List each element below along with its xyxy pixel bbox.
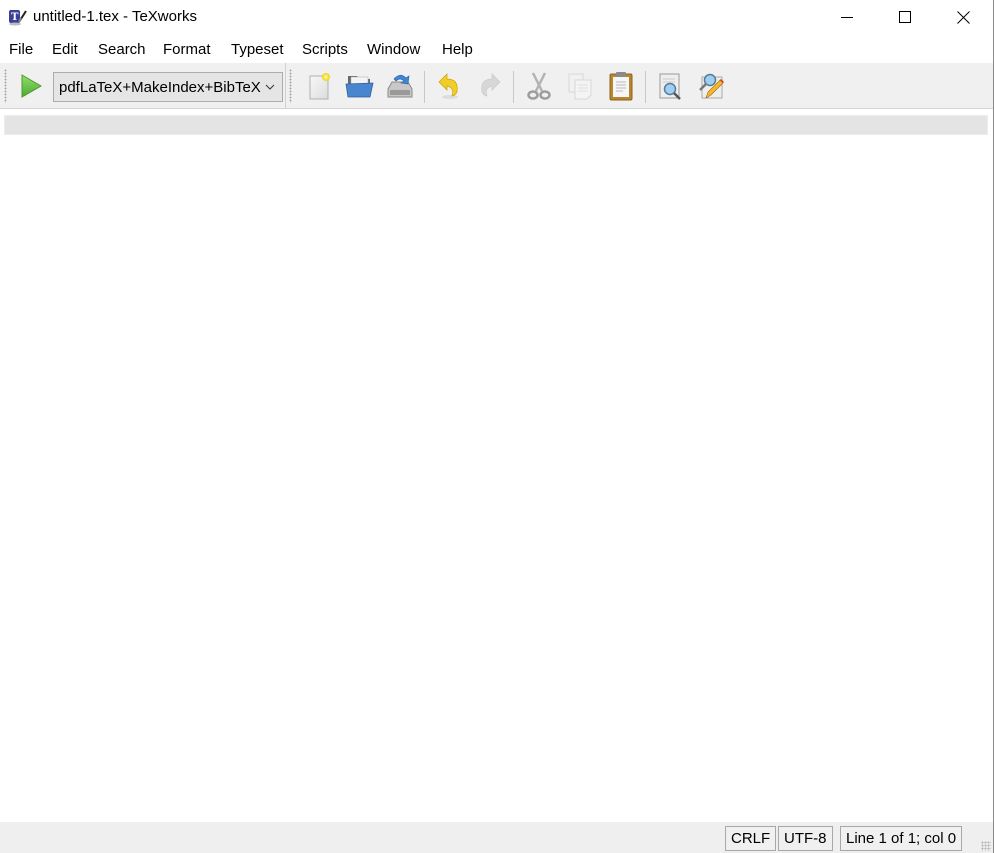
cut-button[interactable] (521, 69, 557, 103)
menu-file[interactable]: File (9, 41, 33, 58)
minimize-icon (841, 17, 853, 18)
undo-button[interactable] (431, 69, 467, 103)
save-icon (387, 74, 413, 98)
toolbar-divider (513, 71, 514, 103)
close-button[interactable] (934, 0, 992, 34)
close-icon (956, 10, 970, 24)
typeset-button[interactable] (13, 69, 49, 103)
undo-icon (438, 73, 458, 99)
editor-current-line-highlight (4, 115, 988, 135)
open-button[interactable] (341, 69, 377, 103)
chevron-down-icon (265, 84, 275, 90)
line-ending-indicator[interactable]: CRLF (725, 826, 777, 851)
encoding-indicator[interactable]: UTF-8 (778, 826, 833, 851)
window-title: untitled-1.tex - TeXworks (33, 8, 197, 25)
scissors-icon (527, 72, 551, 100)
menu-edit[interactable]: Edit (52, 41, 78, 58)
texworks-logo-icon: T (8, 7, 28, 27)
find-button[interactable] (652, 69, 688, 103)
svg-text:T: T (11, 12, 19, 23)
replace-button[interactable] (693, 69, 729, 103)
toolbar-divider (424, 71, 425, 103)
paste-button[interactable] (603, 69, 639, 103)
new-button[interactable] (300, 69, 336, 103)
open-folder-icon (345, 76, 374, 98)
toolbar-divider (645, 71, 646, 103)
toolbar: pdfLaTeX+MakeIndex+BibTeX (0, 63, 993, 109)
clipboard-icon (609, 72, 633, 101)
cursor-position-indicator: Line 1 of 1; col 0 (840, 826, 963, 851)
save-button[interactable] (382, 69, 418, 103)
toolbar-grip[interactable] (4, 69, 7, 103)
maximize-icon (899, 11, 911, 23)
redo-icon (481, 73, 501, 97)
menu-help[interactable]: Help (442, 41, 473, 58)
redo-button[interactable] (472, 69, 508, 103)
find-replace-icon (699, 73, 724, 99)
find-icon (659, 73, 681, 100)
new-document-icon (309, 73, 330, 100)
toolbar-separator (285, 63, 286, 109)
engine-select[interactable]: pdfLaTeX+MakeIndex+BibTeX (53, 72, 283, 102)
resize-grip[interactable] (981, 841, 991, 851)
copy-button[interactable] (562, 69, 598, 103)
menu-bar: File Edit Search Format Typeset Scripts … (0, 36, 993, 63)
status-bar: CRLF UTF-8 Line 1 of 1; col 0 (0, 822, 993, 853)
minimize-button[interactable] (818, 0, 876, 34)
menu-typeset[interactable]: Typeset (231, 41, 284, 58)
toolbar-grip[interactable] (289, 69, 292, 103)
editor-textarea[interactable] (4, 138, 988, 818)
menu-window[interactable]: Window (367, 41, 420, 58)
copy-icon (568, 73, 592, 100)
menu-scripts[interactable]: Scripts (302, 41, 348, 58)
maximize-button[interactable] (876, 0, 934, 34)
engine-select-value: pdfLaTeX+MakeIndex+BibTeX (59, 78, 261, 96)
editor-area (0, 110, 993, 822)
title-bar: T untitled-1.tex - TeXworks (0, 0, 993, 34)
play-icon (21, 74, 42, 98)
menu-search[interactable]: Search (98, 41, 146, 58)
texworks-window: T untitled-1.tex - TeXworks File Edit Se… (0, 0, 994, 853)
menu-format[interactable]: Format (163, 41, 211, 58)
